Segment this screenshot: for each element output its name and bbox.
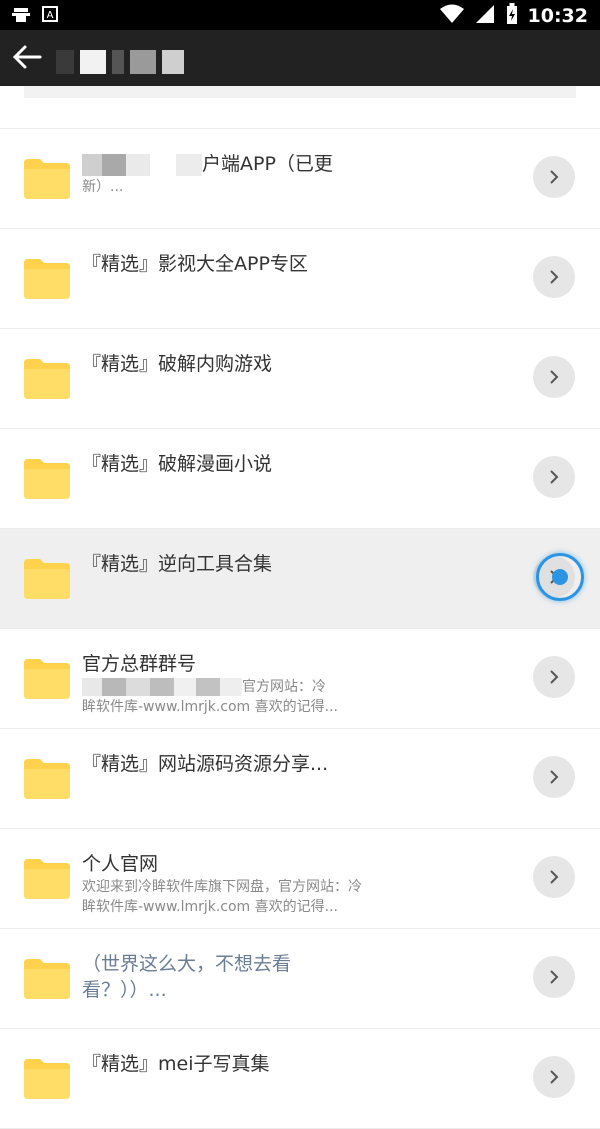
chevron-right-icon: [550, 870, 559, 884]
folder-icon: [24, 359, 70, 399]
touch-indicator: [536, 553, 584, 601]
list-item[interactable]: 官方总群群号 官方网站：冷 眸软件库-www.lmrjk.com 喜欢的记得..…: [0, 629, 600, 729]
signal-icon: [474, 4, 496, 28]
chevron-right-icon: [550, 170, 559, 184]
status-bar: A 10:32: [0, 0, 600, 30]
chevron-right-icon: [550, 770, 559, 784]
list-item[interactable]: （世界这么大，不想去看 看？））...: [0, 929, 600, 1029]
redacted-block: [196, 678, 220, 696]
list-item-name: 『精选』逆向工具合集: [82, 553, 273, 575]
list-item[interactable]: 『精选』网站源码资源分享...: [0, 729, 600, 829]
list-item-text: 官方总群群号 官方网站：冷 眸软件库-www.lmrjk.com 喜欢的记得..…: [82, 651, 382, 717]
folder-icon: [24, 759, 70, 799]
list-item-text: 个人官网 欢迎来到冷眸软件库旗下网盘，官方网站：冷 眸软件库-www.lmrjk…: [82, 851, 382, 917]
list-item-subtitle: 新）...: [82, 179, 124, 195]
list-item[interactable]: 『精选』破解漫画小说: [0, 429, 600, 529]
list-item-text: 『精选』影视大全APP专区: [82, 251, 382, 277]
redacted-block: [126, 678, 150, 696]
wifi-icon: [439, 4, 464, 28]
chevron-right-icon: [550, 670, 559, 684]
list-item-text: （世界这么大，不想去看 看？））...: [82, 951, 382, 1003]
list-item[interactable]: 户端APP（已更 新）...: [0, 129, 600, 229]
list-item-name: （世界这么大，不想去看: [82, 953, 292, 975]
bug-icon: [10, 4, 32, 28]
chevron-right-icon: [550, 470, 559, 484]
redacted-block: [220, 678, 242, 696]
redacted-block: [150, 153, 176, 176]
folder-icon: [24, 1059, 70, 1099]
redacted-block: [174, 678, 196, 696]
open-folder-button[interactable]: [533, 456, 575, 498]
battery-charging-icon: [506, 3, 518, 29]
chevron-right-icon: [550, 970, 559, 984]
list-item-name: 个人官网: [82, 853, 159, 875]
folder-icon: [24, 559, 70, 599]
open-folder-button[interactable]: [533, 656, 575, 698]
list-item[interactable]: 个人官网 欢迎来到冷眸软件库旗下网盘，官方网站：冷 眸软件库-www.lmrjk…: [0, 829, 600, 929]
search-strip: [24, 86, 576, 98]
open-folder-button[interactable]: [533, 956, 575, 998]
open-folder-button[interactable]: [533, 156, 575, 198]
redacted-block: [82, 153, 102, 176]
redacted-block: [82, 678, 102, 696]
list-item-name: 『精选』破解内购游戏: [82, 353, 273, 375]
list-item-name: 官方总群群号: [82, 653, 197, 675]
folder-icon: [24, 859, 70, 899]
redacted-block: [150, 678, 174, 696]
list-item-name: 『精选』破解漫画小说: [82, 453, 273, 475]
folder-icon: [24, 159, 70, 199]
a-badge-icon: A: [42, 6, 58, 26]
list-item-text: 『精选』破解内购游戏: [82, 351, 382, 377]
arrow-left-icon: [12, 45, 42, 69]
folder-icon: [24, 459, 70, 499]
open-folder-button[interactable]: [533, 856, 575, 898]
list-item-selected[interactable]: 『精选』逆向工具合集: [0, 529, 600, 629]
file-list: 户端APP（已更 新）... 『精选』影视大全APP专区 『精选』破解内购游戏: [0, 129, 600, 1129]
status-time: 10:32: [527, 5, 588, 27]
open-folder-button[interactable]: [533, 756, 575, 798]
redacted-block: [126, 153, 150, 176]
page-title-redacted: [56, 50, 184, 74]
list-item-text: 『精选』网站源码资源分享...: [82, 751, 382, 777]
list-item[interactable]: 『精选』破解内购游戏: [0, 329, 600, 429]
svg-text:A: A: [47, 10, 54, 21]
list-item-name: 『精选』mei子写真集: [82, 1053, 270, 1075]
chevron-right-icon: [550, 1070, 559, 1084]
chevron-right-icon: [550, 370, 559, 384]
folder-icon: [24, 259, 70, 299]
open-folder-button[interactable]: [533, 256, 575, 298]
redacted-block: [176, 153, 202, 176]
back-button[interactable]: [10, 40, 44, 74]
list-item-text: 『精选』破解漫画小说: [82, 451, 382, 477]
list-item-name-2: 看？））...: [82, 979, 167, 1001]
list-item-text: 『精选』逆向工具合集: [82, 551, 382, 577]
open-folder-button[interactable]: [533, 1056, 575, 1098]
chevron-right-icon: [550, 270, 559, 284]
list-item-text: 『精选』mei子写真集: [82, 1051, 382, 1077]
list-item[interactable]: 『精选』mei子写真集: [0, 1029, 600, 1129]
redacted-block: [102, 678, 126, 696]
list-item-name: 『精选』影视大全APP专区: [82, 253, 308, 275]
list-item-subtitle-2: 眸软件库-www.lmrjk.com 喜欢的记得...: [82, 699, 338, 715]
list-item-subtitle: 欢迎来到冷眸软件库旗下网盘，官方网站：冷: [82, 879, 362, 895]
list-item[interactable]: 『精选』影视大全APP专区: [0, 229, 600, 329]
list-item-subtitle-2: 眸软件库-www.lmrjk.com 喜欢的记得...: [82, 899, 338, 915]
open-folder-button[interactable]: [533, 356, 575, 398]
list-item-name: 『精选』网站源码资源分享...: [82, 753, 329, 775]
list-item-subtitle: 官方网站：冷: [242, 679, 326, 695]
folder-icon: [24, 659, 70, 699]
folder-icon: [24, 959, 70, 999]
list-item-text: 户端APP（已更 新）...: [82, 151, 382, 197]
list-item-name: 户端APP（已更: [202, 153, 333, 175]
redacted-block: [102, 153, 126, 176]
app-bar: [0, 30, 600, 86]
